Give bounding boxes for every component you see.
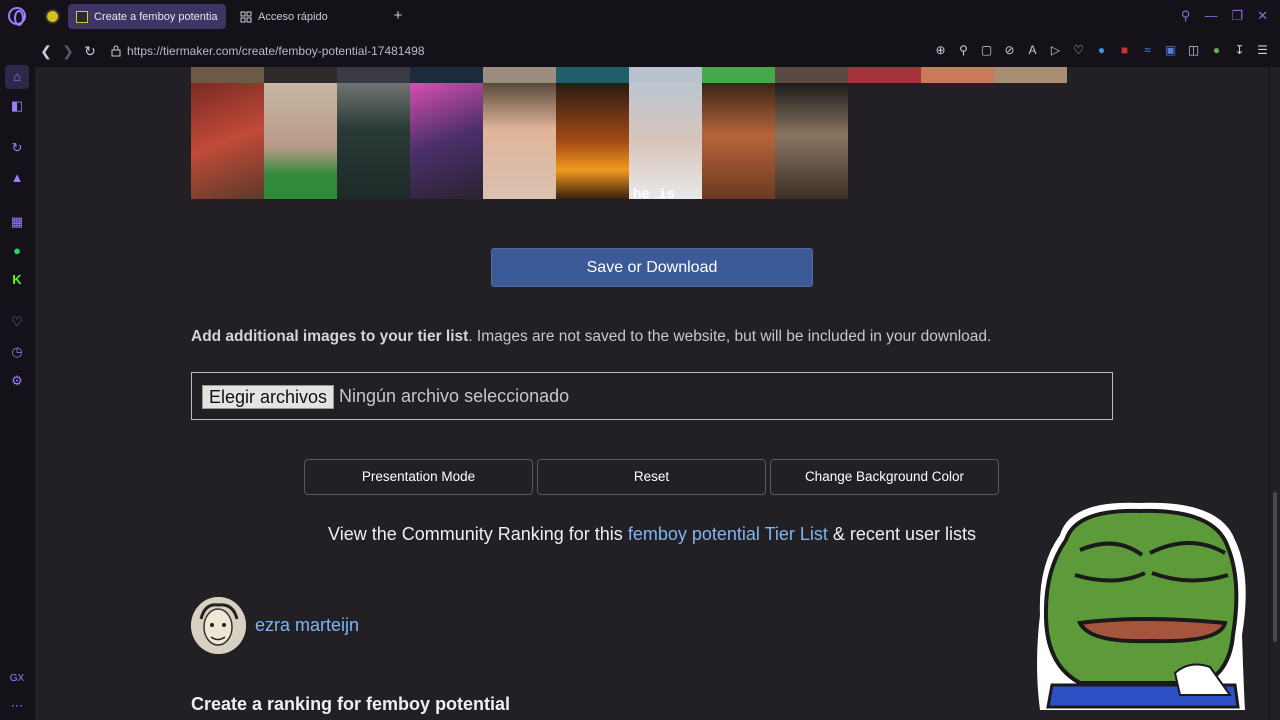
menu-icon[interactable]: ☰: [1255, 43, 1270, 58]
add-images-text: Add additional images to your tier list.…: [191, 328, 992, 345]
browser-titlebar: Create a femboy potential Acceso rápido …: [0, 0, 1280, 33]
address-bar: ❮ ❯ ↻ https://tiermaker.com/create/fembo…: [35, 35, 1280, 67]
tier-image[interactable]: [702, 83, 775, 199]
tier-image[interactable]: [410, 83, 483, 199]
sidebar-panel-icon[interactable]: ◧: [8, 97, 26, 115]
tier-image[interactable]: [702, 67, 775, 83]
tier-image[interactable]: [483, 67, 556, 83]
scrollbar-thumb[interactable]: [1273, 492, 1277, 642]
adblock-icon[interactable]: ⊘: [1002, 43, 1017, 58]
twitch-icon[interactable]: ▦: [8, 213, 26, 231]
pin-icon[interactable]: ⚲: [956, 43, 971, 58]
tier-image[interactable]: [191, 67, 264, 83]
settings-icon[interactable]: ⚙: [8, 372, 26, 390]
author-avatar[interactable]: [191, 597, 246, 654]
extension-shazam-icon[interactable]: ●: [1094, 43, 1109, 58]
extensions-puzzle-icon[interactable]: ◫: [1186, 43, 1201, 58]
tab-create-femboy-potential[interactable]: Create a femboy potential: [68, 4, 226, 29]
more-icon[interactable]: ⋯: [8, 697, 26, 715]
gx-icon[interactable]: GX: [8, 670, 26, 688]
tier-image[interactable]: [264, 67, 337, 83]
snapshot-icon[interactable]: ▢: [979, 43, 994, 58]
play-icon[interactable]: ▷: [1048, 43, 1063, 58]
whatsapp-icon[interactable]: ●: [8, 242, 26, 260]
tier-image[interactable]: [337, 83, 410, 199]
new-tab-icon[interactable]: +: [390, 8, 406, 24]
pepe-sticker-image: [1037, 502, 1246, 710]
url-field[interactable]: https://tiermaker.com/create/femboy-pote…: [127, 44, 425, 58]
tier-image[interactable]: [483, 83, 556, 199]
extension-frog-icon[interactable]: ●: [1209, 43, 1224, 58]
tier-image[interactable]: [191, 83, 264, 199]
search-tabs-icon[interactable]: ⚲: [1181, 8, 1191, 24]
tier-image[interactable]: he is: [629, 83, 702, 203]
tier-image[interactable]: [994, 67, 1067, 83]
tiermaker-favicon-icon: [76, 10, 88, 23]
file-upload-box: Elegir archivos Ningún archivo seleccion…: [191, 372, 1113, 420]
change-background-color-button[interactable]: Change Background Color: [770, 459, 999, 495]
tab-acceso-rapido[interactable]: Acceso rápido: [232, 4, 382, 29]
tier-image[interactable]: [556, 83, 629, 199]
refresh-sidebar-icon[interactable]: ↻: [8, 139, 26, 157]
tier-image[interactable]: [921, 67, 994, 83]
home-icon[interactable]: ⌂: [5, 65, 29, 89]
reset-button[interactable]: Reset: [537, 459, 766, 495]
community-ranking-link[interactable]: femboy potential Tier List: [628, 524, 828, 544]
create-ranking-heading: Create a ranking for femboy potential: [191, 694, 511, 714]
reload-icon[interactable]: ↻: [79, 43, 101, 60]
download-icon[interactable]: ↧: [1232, 43, 1247, 58]
presentation-mode-button[interactable]: Presentation Mode: [304, 459, 533, 495]
tier-image[interactable]: [848, 67, 921, 83]
tier-image-row: he is: [191, 83, 848, 203]
tier-image[interactable]: [775, 83, 848, 199]
lock-icon: [111, 45, 121, 57]
tier-image[interactable]: [556, 67, 629, 83]
heart-icon[interactable]: ♡: [1071, 43, 1086, 58]
zoom-icon[interactable]: ⊕: [933, 43, 948, 58]
tier-image[interactable]: [775, 67, 848, 83]
extension-translate-icon[interactable]: ▣: [1163, 43, 1178, 58]
extension-audio-icon[interactable]: ≈: [1140, 43, 1155, 58]
favorites-icon[interactable]: ♡: [8, 313, 26, 331]
extension-red-icon[interactable]: ■: [1117, 43, 1132, 58]
save-or-download-button[interactable]: Save or Download: [491, 248, 813, 287]
sidebar: ⌂ ◧ ↻ ▲ ▦ ● K ♡ ◷ ⚙ GX ⋯: [0, 33, 34, 720]
workspace-icon[interactable]: [45, 9, 60, 24]
grid-icon: [240, 11, 252, 23]
restore-icon[interactable]: ❐: [1231, 8, 1243, 24]
aria-icon[interactable]: ▲: [8, 169, 26, 187]
author-link[interactable]: ezra marteijn: [255, 615, 359, 636]
forward-icon[interactable]: ❯: [57, 43, 79, 60]
choose-files-button[interactable]: Elegir archivos: [202, 385, 335, 409]
tier-image[interactable]: [337, 67, 410, 83]
history-icon[interactable]: ◷: [8, 343, 26, 361]
kick-icon[interactable]: K: [8, 271, 26, 289]
back-icon[interactable]: ❮: [35, 43, 57, 60]
tier-image[interactable]: [629, 67, 702, 83]
translate-icon[interactable]: A: [1025, 43, 1040, 58]
file-status-text: Ningún archivo seleccionado: [339, 386, 570, 406]
tier-image[interactable]: [410, 67, 483, 83]
opera-logo-icon[interactable]: [8, 7, 26, 26]
close-icon[interactable]: ✕: [1257, 8, 1268, 24]
page-scrollbar[interactable]: [1270, 67, 1280, 720]
minimize-icon[interactable]: —: [1204, 8, 1217, 24]
tier-row-partial: [191, 67, 1067, 83]
tile-caption: he is: [633, 187, 676, 203]
tier-image[interactable]: [264, 83, 337, 199]
